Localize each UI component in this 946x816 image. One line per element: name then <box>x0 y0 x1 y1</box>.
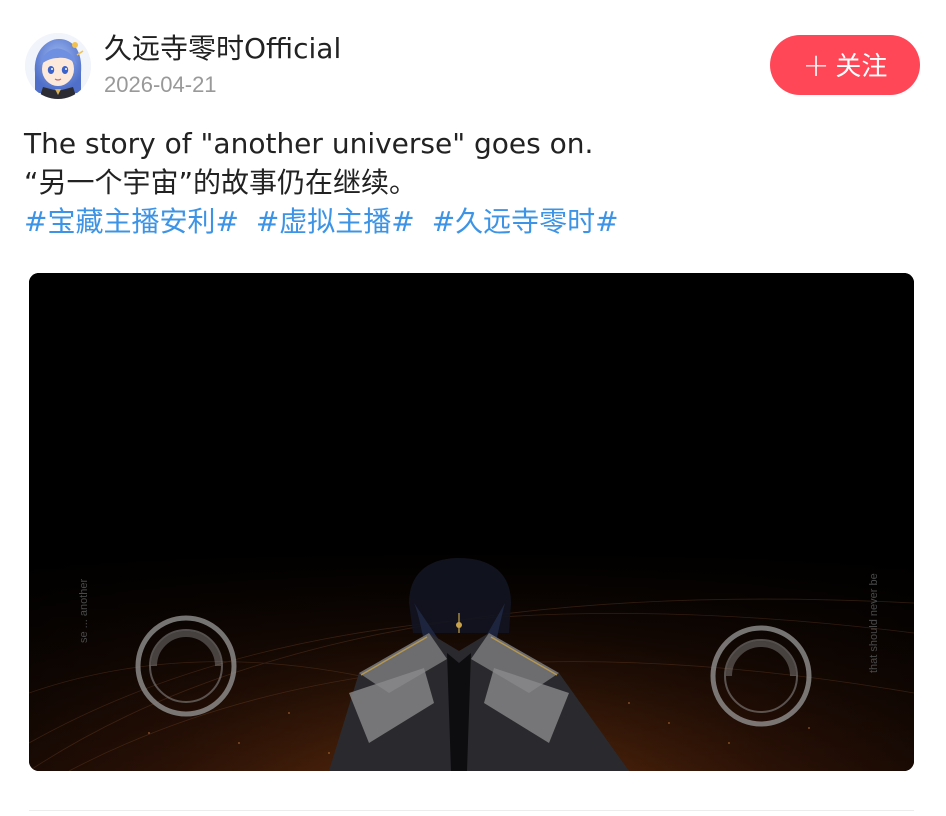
follow-button[interactable]: + 关注 <box>770 35 920 95</box>
post-media-image[interactable]: se ... another that should never be <box>29 273 914 771</box>
media-caption-right: that should never be <box>868 573 880 673</box>
author-name[interactable]: 久远寺零时Official <box>104 32 341 66</box>
avatar-illustration <box>25 33 91 99</box>
post-card: 久远寺零时Official 2026-04-21 + 关注 The story o… <box>0 0 946 816</box>
author-avatar[interactable] <box>25 33 91 99</box>
post-date: 2026-04-21 <box>104 72 217 97</box>
media-caption-left: se ... another <box>78 578 90 643</box>
post-text-line-en: The story of "another universe" goes on. <box>24 127 594 160</box>
post-content: The story of "another universe" goes on.… <box>24 124 924 241</box>
hashtag-link[interactable]: #虚拟主播# <box>256 205 415 238</box>
post-divider <box>29 810 914 811</box>
media-artwork: se ... another that should never be <box>29 273 914 771</box>
follow-label: 关注 <box>835 52 888 82</box>
hashtag-row: #宝藏主播安利# #虚拟主播# #久远寺零时# <box>24 202 924 241</box>
hashtag-link[interactable]: #久远寺零时# <box>432 205 619 238</box>
post-text-line-zh: “另一个宇宙”的故事仍在继续。 <box>24 166 418 199</box>
hashtag-link[interactable]: #宝藏主播安利# <box>24 205 239 238</box>
plus-icon: + <box>802 46 830 84</box>
